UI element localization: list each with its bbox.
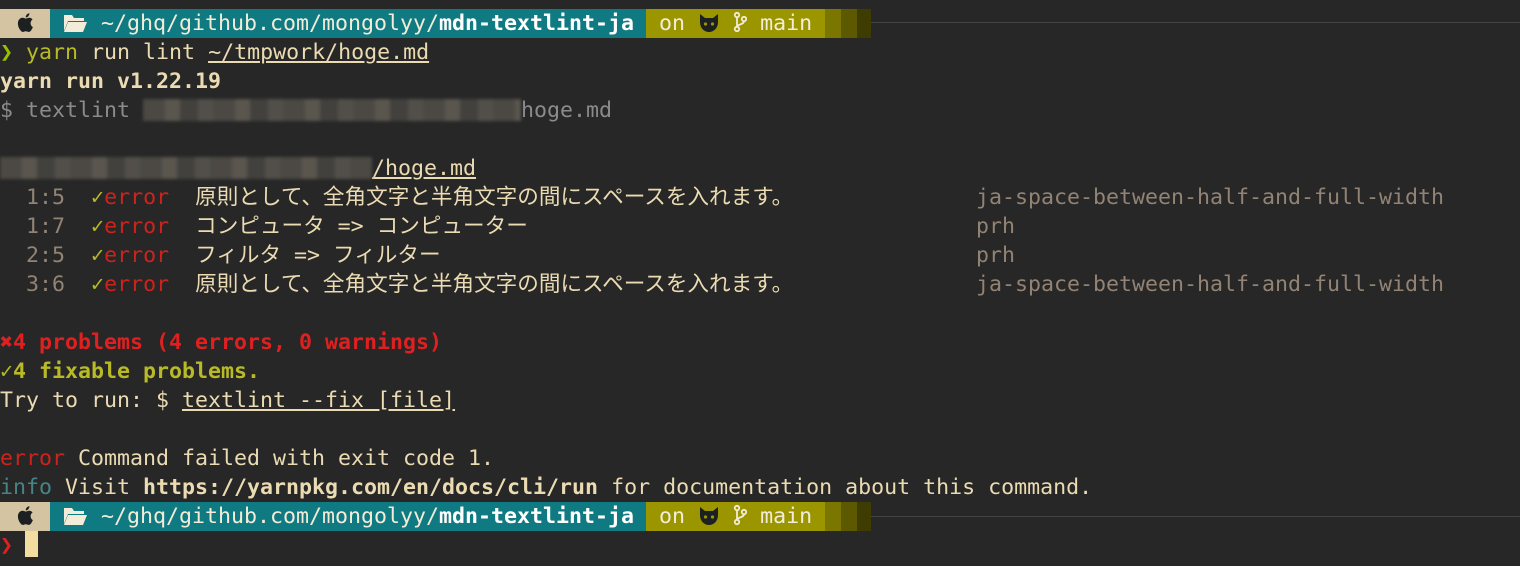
prompt-path-prefix: ~/ghq/github.com/mongolyy/: [101, 504, 440, 529]
prompt-on-label: on: [659, 504, 686, 529]
prompt-tail: [825, 9, 842, 38]
prompt-divider-line: [870, 516, 1520, 517]
check-icon: ✓: [91, 214, 105, 239]
report-file: /hoge.md: [372, 156, 477, 181]
message-rule: prh: [976, 243, 1016, 268]
textlint-command: $ textlint hoge.md: [0, 96, 612, 125]
problems-summary: ✖4 problems (4 errors, 0 warnings): [0, 330, 443, 355]
prompt-directory: ~/ghq/github.com/mongolyy/mdn-textlint-j…: [50, 502, 647, 531]
prompt-tail: [841, 9, 858, 38]
try-prefix: Try to run: $: [0, 388, 183, 413]
message-level: error: [104, 214, 170, 239]
check-icon: ✓: [91, 272, 105, 297]
prompt-path-repo: mdn-textlint-ja: [439, 11, 635, 36]
message-text: 原則として、全角文字と半角文字の間にスペースを入れます。: [195, 272, 794, 297]
check-icon: ✓: [91, 185, 105, 210]
message-location: 3:6: [26, 272, 66, 297]
error-label: error: [0, 446, 66, 471]
info-line: info Visit https://yarnpkg.com/en/docs/c…: [0, 473, 1092, 502]
lint-message: 1:5 ✓error 原則として、全角文字と半角文字の間にスペースを入れます。 j…: [0, 183, 1444, 212]
redacted-path: [143, 99, 522, 121]
prompt-branch: main: [760, 11, 813, 36]
prompt-branch: main: [760, 504, 813, 529]
info-pre: Visit: [52, 475, 144, 500]
prompt-tail: [857, 9, 872, 38]
prompt-tail: [825, 502, 842, 531]
lint-message: 2:5 ✓error フィルタ => フィルター prh: [0, 241, 1015, 270]
error-line: error Command failed with exit code 1.: [0, 444, 494, 473]
info-label: info: [0, 475, 53, 500]
prompt-path-repo: mdn-textlint-ja: [439, 504, 635, 529]
github-cat-icon: [698, 504, 720, 529]
git-branch-icon: [733, 11, 748, 36]
prompt-directory: ~/ghq/github.com/mongolyy/mdn-textlint-j…: [50, 9, 647, 38]
message-text: コンピュータ => コンピューター: [195, 214, 528, 239]
message-rule: prh: [976, 214, 1016, 239]
prompt-line: ~/ghq/github.com/mongolyy/mdn-textlint-j…: [0, 9, 872, 38]
command-args: run lint: [78, 40, 209, 65]
git-branch-icon: [733, 504, 748, 529]
message-rule: ja-space-between-half-and-full-width: [976, 185, 1445, 210]
apple-icon: [0, 9, 50, 38]
message-level: error: [104, 272, 170, 297]
prompt-divider-line: [870, 22, 1520, 23]
info-url[interactable]: https://yarnpkg.com/en/docs/cli/run: [143, 475, 598, 500]
message-rule: ja-space-between-half-and-full-width: [976, 272, 1445, 297]
textlint-file: hoge.md: [521, 98, 613, 123]
prompt-symbol: ❯: [0, 533, 14, 558]
fix-command[interactable]: textlint --fix [file]: [182, 388, 455, 413]
prompt-git-segment: on main: [646, 502, 826, 531]
command-runner: yarn: [26, 40, 79, 65]
info-post: for documentation about this command.: [598, 475, 1093, 500]
prompt-tail: [857, 502, 872, 531]
check-icon: ✓: [91, 243, 105, 268]
prompt-path-prefix: ~/ghq/github.com/mongolyy/: [101, 11, 440, 36]
apple-icon: [0, 502, 50, 531]
lint-message: 1:7 ✓error コンピュータ => コンピューター prh: [0, 212, 1015, 241]
message-location: 1:7: [26, 214, 66, 239]
error-message: Command failed with exit code 1.: [65, 446, 495, 471]
text-cursor: [25, 531, 39, 557]
redacted-path: [0, 157, 372, 179]
prompt-symbol: ❯: [0, 40, 14, 65]
command-line: ❯ yarn run lint ~/tmpwork/hoge.md: [0, 38, 429, 67]
github-cat-icon: [698, 11, 720, 36]
input-line[interactable]: ❯: [0, 531, 39, 560]
prompt-line: ~/ghq/github.com/mongolyy/mdn-textlint-j…: [0, 502, 872, 531]
lint-message: 3:6 ✓error 原則として、全角文字と半角文字の間にスペースを入れます。 j…: [0, 270, 1444, 299]
message-text: 原則として、全角文字と半角文字の間にスペースを入れます。: [195, 185, 794, 210]
prompt-git-segment: on main: [646, 9, 826, 38]
message-level: error: [104, 185, 170, 210]
message-location: 2:5: [26, 243, 66, 268]
terminal-window[interactable]: ~/ghq/github.com/mongolyy/mdn-textlint-j…: [0, 0, 1520, 566]
try-to-run: Try to run: $ textlint --fix [file]: [0, 386, 455, 415]
command-file[interactable]: ~/tmpwork/hoge.md: [208, 40, 429, 65]
folder-open-icon: [62, 11, 88, 36]
folder-open-icon: [62, 504, 88, 529]
fixable-summary: ✓4 fixable problems.: [0, 359, 261, 384]
prompt-on-label: on: [659, 11, 686, 36]
message-location: 1:5: [26, 185, 66, 210]
prompt-tail: [841, 502, 858, 531]
message-level: error: [104, 243, 170, 268]
report-file-path[interactable]: /hoge.md: [0, 154, 476, 183]
yarn-version: yarn run v1.22.19: [0, 69, 222, 94]
message-text: フィルタ => フィルター: [195, 243, 441, 268]
textlint-cmd: $ textlint: [0, 98, 144, 123]
